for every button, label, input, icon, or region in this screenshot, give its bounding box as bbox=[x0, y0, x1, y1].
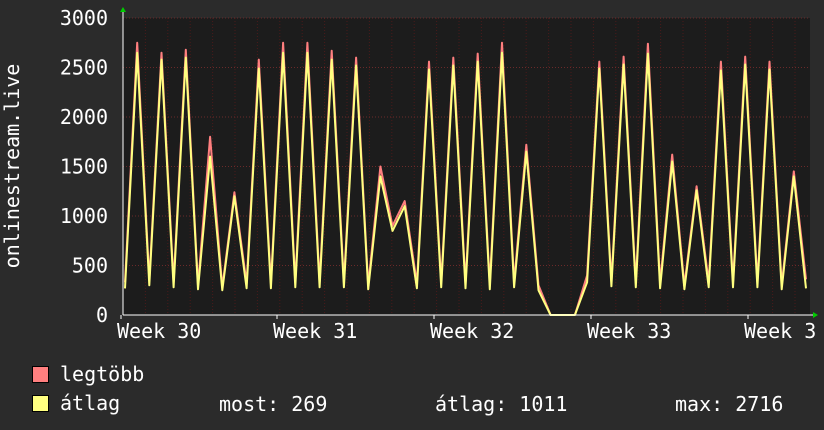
y-tick-label: 500 bbox=[72, 254, 108, 278]
legend-label-max: legtöbb bbox=[60, 362, 145, 386]
stat-max: max: 2716 bbox=[675, 392, 784, 416]
chart: 0 500 1000 1500 2000 2500 3000 Week 30 Week 31 We… bbox=[0, 6, 818, 340]
x-tick-label: Week 30 bbox=[117, 319, 201, 340]
x-tick-label: Week 31 bbox=[273, 319, 357, 340]
stat-average: átlag: 1011 bbox=[435, 392, 568, 416]
y-axis-title: onlinestream.live bbox=[0, 64, 24, 269]
y-tick-label: 1000 bbox=[60, 204, 108, 228]
x-axis-arrow-icon bbox=[813, 312, 818, 318]
y-tick-label: 2000 bbox=[60, 105, 108, 129]
y-axis-arrow-icon bbox=[120, 7, 126, 12]
legend-item-max: legtöbb bbox=[32, 362, 145, 386]
y-tick-label: 2500 bbox=[60, 56, 108, 80]
y-tick-label: 1500 bbox=[60, 155, 108, 179]
legend-item-avg: átlag bbox=[32, 391, 121, 415]
x-tick-label: Week 33 bbox=[587, 319, 671, 340]
stat-now: most: 269 bbox=[219, 392, 328, 416]
y-tick-label: 0 bbox=[96, 303, 108, 327]
x-tick-label: Week 32 bbox=[430, 319, 514, 340]
x-tick-label: Week 3 bbox=[744, 319, 816, 340]
legend-label-avg: átlag bbox=[60, 391, 121, 415]
legend-swatch-max bbox=[32, 365, 49, 383]
legend-swatch-avg bbox=[32, 394, 49, 412]
y-tick-label: 3000 bbox=[60, 6, 108, 30]
